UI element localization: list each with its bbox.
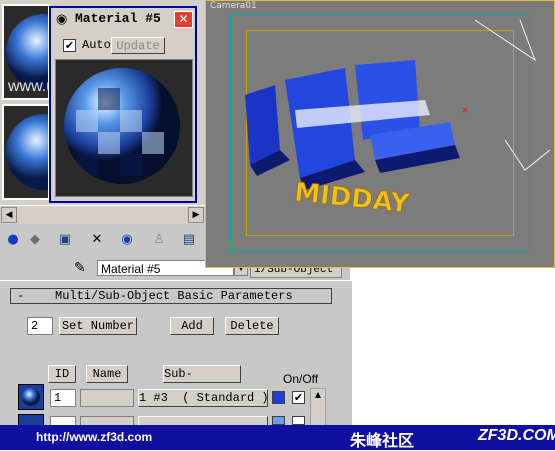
material-window-title: Material #5: [75, 11, 161, 26]
material-count-field[interactable]: 2: [27, 317, 53, 335]
midday-logo-text: MIDDAY: [293, 178, 412, 220]
close-icon[interactable]: ✕: [174, 11, 193, 28]
row-1-submaterial-button[interactable]: 1 #3 ( Standard ): [138, 389, 268, 407]
get-material-icon[interactable]: ●: [4, 231, 22, 249]
footer-brand-cn: 朱峰社区: [350, 431, 415, 450]
row-1-id[interactable]: 1: [50, 389, 76, 407]
put-to-library-icon[interactable]: ▤: [180, 231, 198, 249]
delete-icon[interactable]: ✕: [88, 231, 106, 249]
assign-material-icon[interactable]: ▣: [56, 231, 74, 249]
sphere-sample-2: [6, 114, 48, 190]
row-1-color-swatch[interactable]: [272, 391, 285, 404]
slots-scrollbar[interactable]: ◀ ▶: [0, 205, 205, 224]
row-2-onoff-checkbox[interactable]: [292, 416, 305, 425]
update-button[interactable]: Update: [111, 37, 165, 54]
copy-material-icon[interactable]: ◉: [118, 231, 136, 249]
scroll-up-icon[interactable]: ▲: [312, 390, 324, 402]
put-to-scene-icon[interactable]: ◆: [26, 231, 44, 249]
auto-label: Auto: [82, 38, 111, 52]
sort-by-submaterial-button[interactable]: Sub-Material: [163, 365, 241, 383]
material-preview-sphere: [55, 59, 193, 197]
sphere-preview-icon: [64, 68, 180, 184]
row-1-name[interactable]: [80, 389, 134, 407]
unique-icon[interactable]: ♙: [150, 231, 168, 249]
rollout-title: Multi/Sub-Object Basic Parameters: [55, 289, 293, 303]
material-window-icon: ◉: [56, 12, 68, 27]
pick-material-icon[interactable]: ✎: [74, 260, 86, 276]
row-2-color-swatch[interactable]: [272, 416, 285, 425]
scroll-left-icon[interactable]: ◀: [1, 207, 17, 223]
sub-material-thumb-1[interactable]: [18, 384, 44, 410]
scroll-right-icon[interactable]: ▶: [188, 207, 204, 223]
collapse-icon: -: [17, 289, 25, 303]
row-1-onoff-checkbox[interactable]: ✔: [292, 391, 305, 404]
footer-url-link[interactable]: http://www.zf3d.com: [36, 430, 152, 444]
material-toolbar: ● ◆ ▣ ✕ ◉ ♙ ▤: [0, 225, 205, 260]
viewport-scene: MIDDAY: [229, 19, 551, 249]
delete-button[interactable]: Delete: [225, 317, 279, 335]
onoff-column-label: On/Off: [283, 372, 319, 386]
auto-update-checkbox[interactable]: ✔: [63, 39, 76, 52]
add-button[interactable]: Add: [170, 317, 214, 335]
sort-by-name-button[interactable]: Name: [86, 365, 128, 383]
sort-by-id-button[interactable]: ID: [48, 365, 76, 383]
rollout-header[interactable]: - Multi/Sub-Object Basic Parameters: [10, 288, 332, 304]
sample-slot-2[interactable]: [2, 104, 50, 200]
set-number-button[interactable]: Set Number: [59, 317, 137, 335]
footer-brand-logo: ZF3D.COM: [478, 427, 555, 444]
